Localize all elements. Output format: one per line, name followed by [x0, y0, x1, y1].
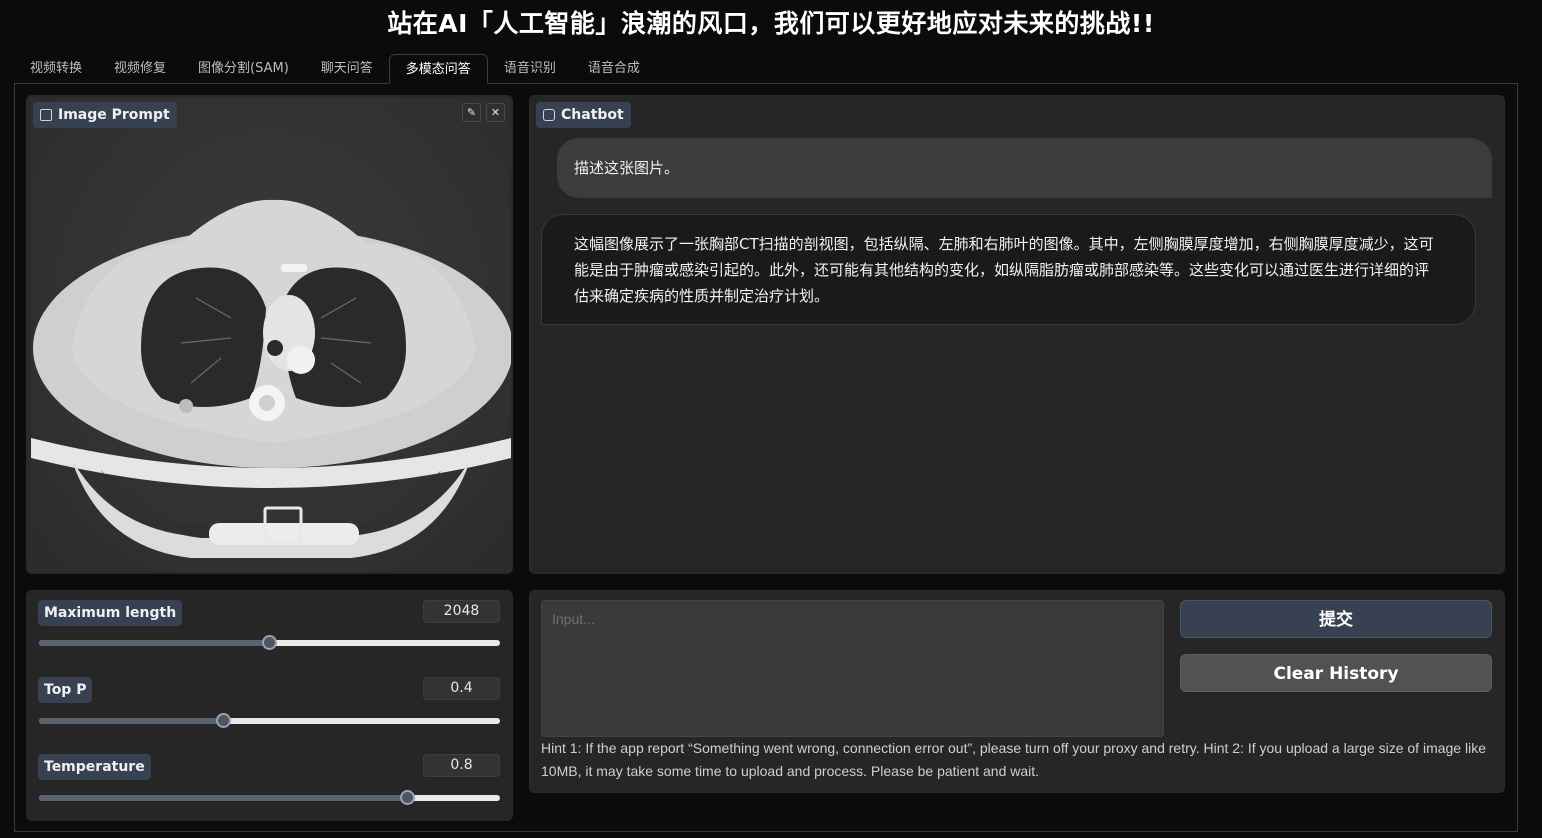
tab-bar: 视频转换 视频修复 图像分割(SAM) 聊天问答 多模态问答 语音识别 语音合成 — [14, 54, 656, 84]
max-length-label: Maximum length — [38, 600, 183, 626]
max-length-slider[interactable] — [39, 635, 500, 650]
image-prompt-label: Image Prompt — [33, 102, 177, 128]
image-prompt-panel: Image Prompt — [26, 95, 513, 574]
top-p-slider[interactable] — [39, 713, 500, 728]
tab-speech-recognition[interactable]: 语音识别 — [488, 54, 572, 84]
clear-history-button[interactable]: Clear History — [1180, 654, 1492, 692]
hint-text: Hint 1: If the app report “Something wen… — [541, 740, 1486, 779]
tab-multimodal-qa[interactable]: 多模态问答 — [388, 54, 488, 84]
submit-button[interactable]: 提交 — [1180, 600, 1492, 638]
page-title: 站在AI「人工智能」浪潮的风口，我们可以更好地应对未来的挑战!! — [387, 9, 1155, 38]
chat-icon — [543, 109, 555, 121]
close-icon[interactable]: ✕ — [486, 103, 505, 122]
temperature-slider-fill — [39, 795, 408, 801]
tab-video-convert[interactable]: 视频转换 — [14, 54, 98, 84]
edit-icon[interactable]: ✎ — [462, 103, 481, 122]
max-length-slider-fill — [39, 640, 270, 646]
top-p-slider-thumb[interactable] — [215, 713, 231, 728]
temperature-label: Temperature — [38, 754, 151, 780]
top-p-slider-fill — [39, 718, 224, 724]
image-toolbar: ✎ ✕ — [462, 103, 505, 122]
top-p-label: Top P — [38, 677, 93, 703]
max-length-slider-thumb[interactable] — [262, 635, 277, 650]
bot-message: 这幅图像展示了一张胸部CT扫描的剖视图，包括纵隔、左肺和右肺叶的图像。其中，左侧… — [541, 214, 1476, 325]
image-preview[interactable] — [31, 98, 511, 572]
user-message: 描述这张图片。 — [557, 138, 1492, 198]
temperature-value[interactable]: 0.8 — [423, 754, 500, 777]
image-icon — [40, 109, 52, 121]
tab-speech-synthesis[interactable]: 语音合成 — [572, 54, 656, 84]
tab-image-segmentation[interactable]: 图像分割(SAM) — [182, 54, 305, 84]
chat-input[interactable] — [541, 600, 1164, 737]
chatbot-label: Chatbot — [536, 102, 631, 128]
temperature-slider[interactable] — [39, 790, 500, 805]
chest-ct-scan-image — [31, 199, 511, 558]
tab-video-repair[interactable]: 视频修复 — [98, 54, 182, 84]
max-length-value[interactable]: 2048 — [423, 600, 500, 623]
tab-chat-qa[interactable]: 聊天问答 — [305, 54, 389, 84]
top-p-value[interactable]: 0.4 — [423, 677, 500, 700]
chatbot-label-text: Chatbot — [561, 107, 624, 123]
image-prompt-label-text: Image Prompt — [58, 107, 170, 123]
